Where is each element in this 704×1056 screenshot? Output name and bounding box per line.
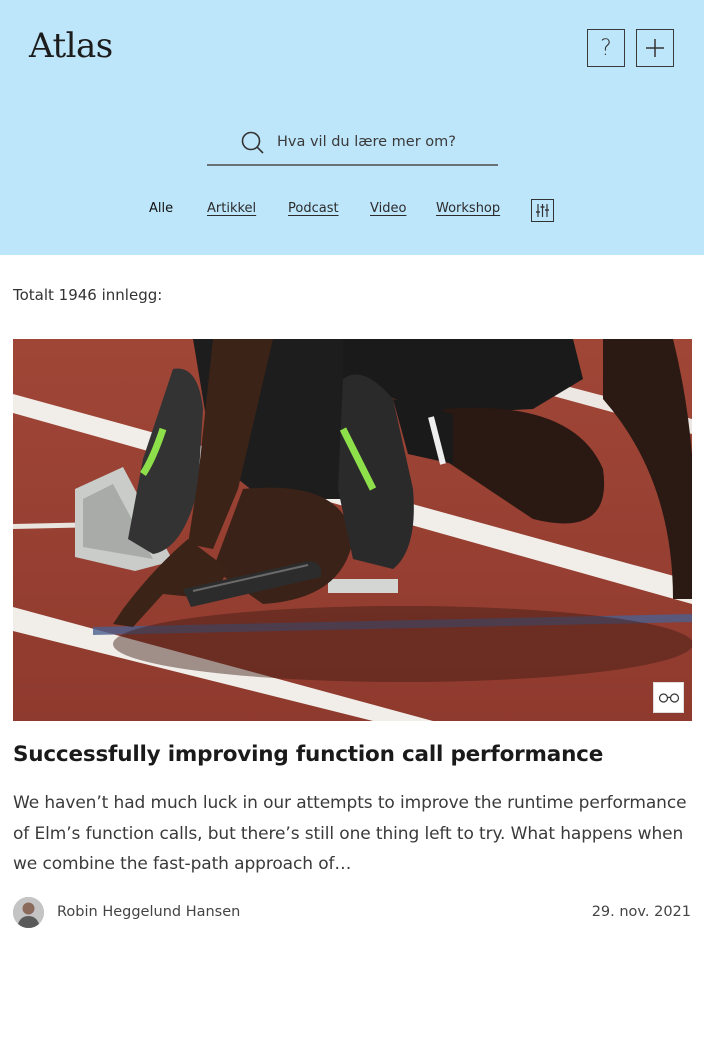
article-image[interactable] [13,339,692,721]
filter-alle[interactable]: Alle [149,201,173,216]
article-title[interactable]: Successfully improving function call per… [13,742,603,767]
article-excerpt: We haven’t had much luck in our attempts… [13,793,687,874]
search-icon [241,131,264,154]
filter-workshop[interactable]: Workshop [436,201,500,216]
sprinter-photo [13,339,692,721]
add-button[interactable] [636,29,674,67]
author-avatar [13,897,44,928]
filter-bar: Alle Artikkel Podcast Video Workshop [0,199,704,222]
author-name[interactable]: Robin Heggelund Hansen [57,904,240,920]
total-count: Totalt 1946 innlegg: [13,286,163,304]
help-button[interactable]: ? [587,29,625,67]
filter-settings-button[interactable] [531,199,554,222]
plus-icon [646,39,664,57]
glasses-icon [658,692,679,703]
search-input[interactable] [277,130,492,154]
publish-date: 29. nov. 2021 [591,904,691,920]
filter-video[interactable]: Video [370,201,406,216]
help-icon: ? [600,35,612,61]
search-bar [207,122,498,166]
logo[interactable]: Atlas [29,26,113,66]
filter-podcast[interactable]: Podcast [288,201,339,216]
read-badge [653,682,684,713]
header: Atlas ? Alle Artikkel Podcast Video Work… [0,0,704,255]
sliders-icon [536,204,549,217]
filter-artikkel[interactable]: Artikkel [207,201,256,216]
